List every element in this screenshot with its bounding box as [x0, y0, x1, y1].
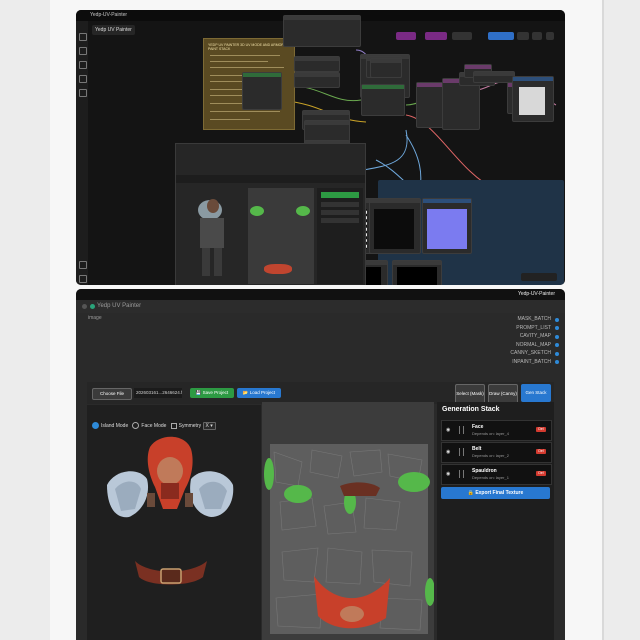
delete-layer-button[interactable]: Del — [536, 427, 546, 432]
graph-node[interactable] — [283, 15, 361, 47]
stack-layer[interactable]: ◉ Belt Depends on: layer_2 Del — [441, 442, 552, 463]
stack-layer[interactable]: ◉ Spauldron Depends on: layer_1 Del — [441, 464, 552, 485]
eye-icon[interactable]: ◉ — [446, 449, 450, 455]
output-socket[interactable] — [555, 326, 559, 330]
select-mask-button[interactable]: Select (Mask) — [455, 384, 485, 404]
drag-handle-icon[interactable] — [459, 470, 464, 478]
delete-layer-button[interactable]: Del — [536, 471, 546, 476]
layer-dependency: Depends on: layer_2 — [472, 453, 509, 458]
node-title: Yedp UV Painter — [97, 303, 142, 309]
output-normal-map[interactable]: NORMAL_MAP — [510, 341, 559, 350]
eye-icon[interactable]: ◉ — [446, 471, 450, 477]
image-input-label: image — [88, 315, 102, 321]
layer-name: Belt — [472, 446, 482, 452]
node-graph-screenshot: Yedp-UV-Painter Yedp UV Painter YEDP UV … — [76, 10, 565, 285]
layer-dependency: Depends on: layer_4 — [472, 431, 509, 436]
output-cavity-map[interactable]: CAVITY_MAP — [510, 332, 559, 341]
bottom-tab-bar: Yedp-UV-Painter — [76, 289, 565, 300]
graph-node[interactable] — [370, 58, 402, 78]
drag-handle-icon[interactable] — [459, 448, 464, 456]
note-title: YEDP UV PAINTER 3D UV MODE AND ARMOR PAI… — [208, 43, 284, 51]
graph-node[interactable] — [361, 84, 405, 116]
output-mask-batch[interactable]: MASK_BATCH — [510, 315, 559, 324]
draw-canny-button[interactable]: Draw (Canny) — [488, 384, 518, 404]
stack-title: Generation Stack — [442, 406, 500, 413]
mini-model-preview — [178, 188, 248, 284]
uv-texture-map — [262, 402, 434, 640]
stack-layer[interactable]: ◉ Face Depends on: layer_4 Del — [441, 420, 552, 441]
layer-dependency: Depends on: layer_1 — [472, 475, 509, 480]
status-dot — [90, 304, 95, 309]
zoom-controls[interactable] — [521, 273, 557, 281]
image-preview-node[interactable] — [369, 198, 421, 254]
node-outputs: MASK_BATCH PROMPT_LIST CAVITY_MAP NORMAL… — [510, 315, 559, 366]
output-socket[interactable] — [555, 360, 559, 364]
armor-model-render — [107, 436, 234, 585]
export-texture-button[interactable]: 🔒 Export Final Texture — [441, 487, 550, 499]
save-project-button[interactable]: 💾 Save Project — [190, 388, 234, 398]
collapse-dot[interactable] — [82, 304, 87, 309]
output-socket[interactable] — [555, 343, 559, 347]
drag-handle-icon[interactable] — [459, 426, 464, 434]
node-header: Yedp UV Painter — [76, 300, 565, 313]
app-title: Yedp-UV-Painter — [517, 291, 555, 297]
choose-file-button[interactable]: Choose File — [92, 388, 132, 400]
output-prompt-list[interactable]: PROMPT_LIST — [510, 324, 559, 333]
gen-stack-button[interactable]: Gen Stack — [521, 384, 551, 402]
file-name-display: 202603161...2646624.fbx — [134, 388, 182, 398]
output-socket[interactable] — [555, 317, 559, 322]
image-preview-node[interactable] — [392, 260, 442, 285]
preview-node[interactable] — [512, 76, 554, 122]
embedded-painter-node[interactable] — [175, 143, 366, 285]
layer-name: Face — [472, 424, 484, 430]
eye-icon[interactable]: ◉ — [446, 427, 450, 433]
output-socket[interactable] — [555, 334, 559, 339]
generation-stack-panel: Generation Stack ◉ Face Depends on: laye… — [437, 402, 554, 640]
painter-toolbar: Choose File 202603161...2646624.fbx 💾 Sa… — [87, 382, 554, 404]
load-project-button[interactable]: 📂 Load Project — [237, 388, 281, 398]
uv-painter-screenshot: Yedp-UV-Painter Yedp UV Painter image MA… — [76, 289, 565, 640]
output-canny-sketch[interactable]: CANNY_SKETCH — [510, 349, 559, 358]
page-edge — [602, 0, 604, 640]
delete-layer-button[interactable]: Del — [536, 449, 546, 454]
output-inpaint-batch[interactable]: INPAINT_BATCH — [510, 358, 559, 367]
3d-viewport[interactable]: Island Mode Face Mode Symmetry X ▾ — [87, 405, 261, 640]
graph-node[interactable] — [294, 56, 340, 72]
graph-node[interactable] — [294, 72, 340, 88]
layer-name: Spauldron — [472, 468, 497, 474]
output-socket[interactable] — [555, 351, 559, 356]
image-preview-node[interactable] — [422, 198, 472, 254]
graph-node[interactable] — [242, 72, 282, 110]
uv-canvas[interactable] — [262, 402, 434, 640]
